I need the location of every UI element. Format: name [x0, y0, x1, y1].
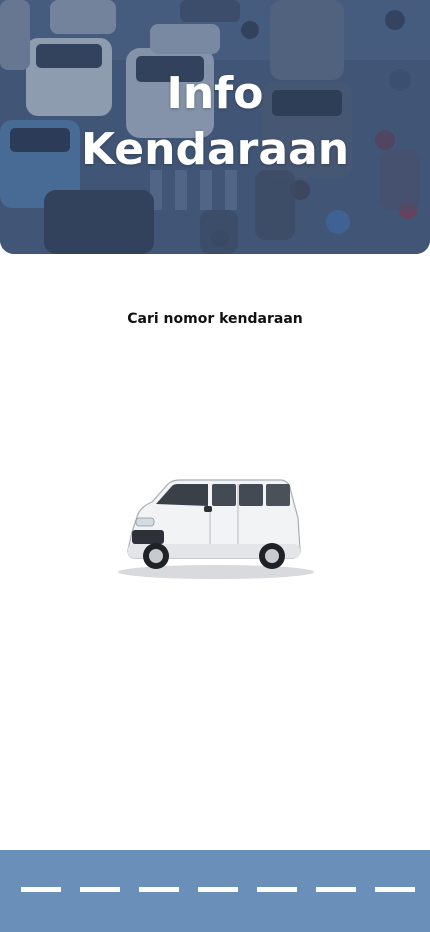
page-title-line2: Kendaraan	[80, 124, 350, 175]
lane-marking	[139, 887, 179, 892]
road-footer-decoration	[0, 850, 430, 932]
lane-marking	[257, 887, 297, 892]
minivan-image	[118, 479, 314, 579]
search-vehicle-number-link[interactable]: Cari nomor kendaraan	[0, 311, 430, 327]
page-title: Info Kendaraan	[0, 66, 430, 178]
lane-marking	[80, 887, 120, 892]
lane-marking	[198, 887, 238, 892]
page-title-line1: Info	[166, 68, 264, 119]
lane-marking	[21, 887, 61, 892]
lane-marking	[375, 887, 415, 892]
hero-banner: Info Kendaraan	[0, 0, 430, 254]
lane-marking	[316, 887, 356, 892]
